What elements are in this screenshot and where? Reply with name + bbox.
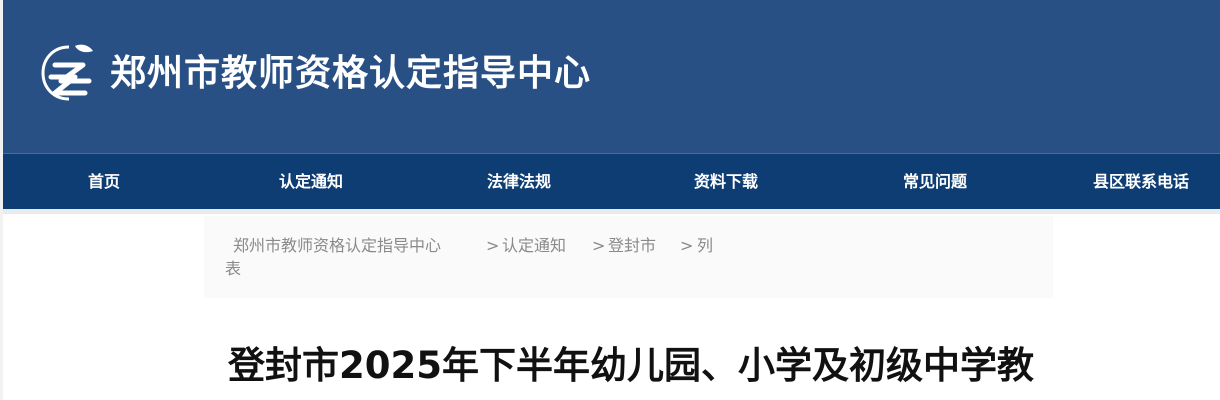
breadcrumb-item-list-wrap[interactable]: 表 [225, 259, 241, 279]
breadcrumb-separator: > [680, 236, 694, 255]
site-title: 郑州市教师资格认定指导中心 [110, 53, 592, 94]
breadcrumb-item-notices[interactable]: 认定通知 [502, 236, 566, 256]
breadcrumb-separator: > [592, 236, 606, 255]
breadcrumb-separator: > [486, 236, 500, 255]
main-nav: 首页 认定通知 法律法规 资料下载 常见问题 县区联系电话 [3, 153, 1220, 209]
site-header: 郑州市教师资格认定指导中心 [3, 0, 1220, 153]
page: 郑州市教师资格认定指导中心 首页 认定通知 法律法规 资料下载 常见问题 县区联… [3, 0, 1220, 400]
nav-item-laws[interactable]: 法律法规 [487, 154, 551, 210]
nav-item-home[interactable]: 首页 [88, 154, 120, 210]
zz-leaf-logo-icon[interactable] [39, 43, 99, 103]
breadcrumb-item-dengfeng[interactable]: 登封市 [608, 236, 656, 256]
nav-item-faq[interactable]: 常见问题 [903, 154, 967, 210]
breadcrumb-item-list[interactable]: 列 [697, 236, 713, 256]
divider-strip [3, 209, 1220, 214]
nav-item-downloads[interactable]: 资料下载 [694, 154, 758, 210]
nav-item-notices[interactable]: 认定通知 [279, 154, 343, 210]
article-title: 登封市2025年下半年幼儿园、小学及初级中学教 [228, 344, 1034, 387]
nav-item-county-phones[interactable]: 县区联系电话 [1093, 154, 1189, 210]
breadcrumb-item-home[interactable]: 郑州市教师资格认定指导中心 [233, 236, 441, 256]
breadcrumb: 郑州市教师资格认定指导中心 > 认定通知 > 登封市 > 列 表 [204, 216, 1053, 298]
